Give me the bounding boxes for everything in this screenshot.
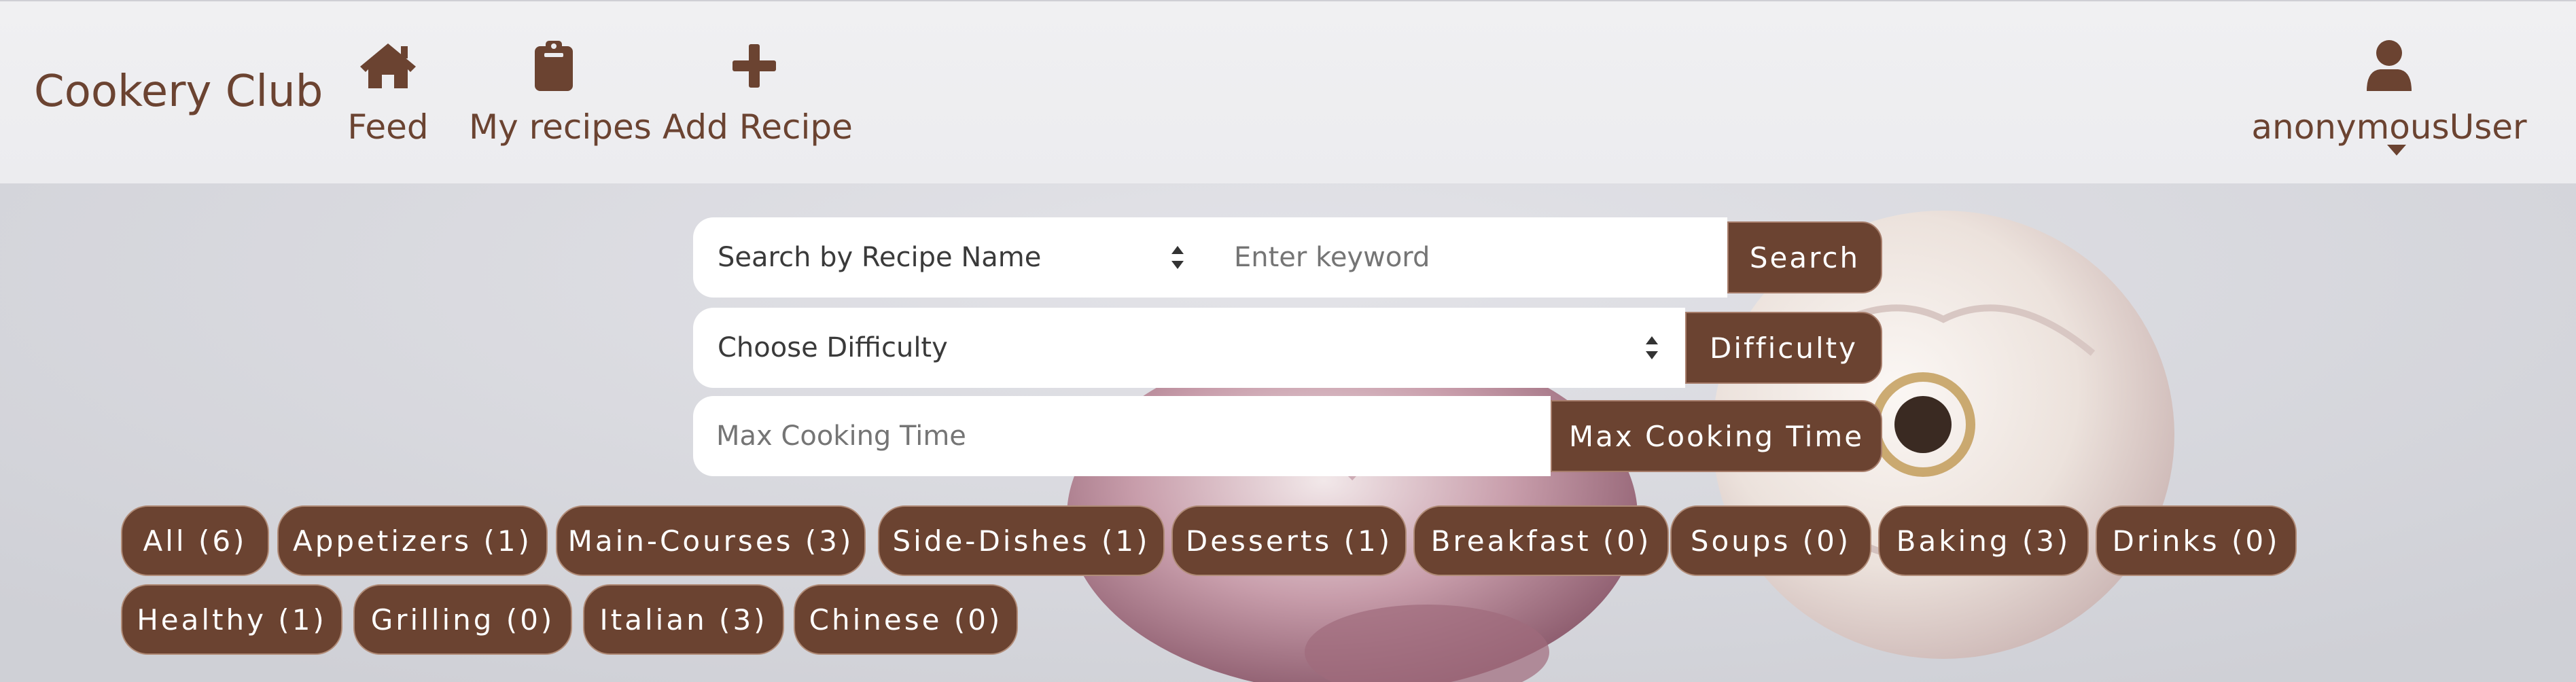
category-pill-appetizers[interactable]: Appetizers (1) <box>277 505 548 576</box>
category-pill-breakfast[interactable]: Breakfast (0) <box>1413 505 1669 576</box>
nav-item-add-recipe[interactable]: Add Recipe <box>663 38 853 147</box>
max-cooking-time-button[interactable]: Max Cooking Time <box>1551 400 1882 472</box>
nav-label-add-recipe: Add Recipe <box>663 107 853 147</box>
difficulty-value: Choose Difficulty <box>718 332 948 363</box>
category-pill-chinese[interactable]: Chinese (0) <box>794 584 1018 655</box>
nav-label-my-recipes: My recipes <box>469 107 652 147</box>
home-icon <box>360 43 416 88</box>
category-pill-italian[interactable]: Italian (3) <box>583 584 784 655</box>
category-pill-side-dishes[interactable]: Side-Dishes (1) <box>878 505 1165 576</box>
category-pill-main-courses[interactable]: Main-Courses (3) <box>556 505 866 576</box>
search-button[interactable]: Search <box>1727 221 1882 293</box>
keyword-input[interactable] <box>1211 217 1727 298</box>
nav-item-feed[interactable]: Feed <box>340 38 436 147</box>
select-arrows-icon <box>1171 246 1184 269</box>
user-menu-dropdown[interactable]: anonymousUser <box>2243 38 2535 160</box>
category-pill-healthy[interactable]: Healthy (1) <box>121 584 342 655</box>
category-pill-baking[interactable]: Baking (3) <box>1878 505 2089 576</box>
nav-item-my-recipes[interactable]: My recipes <box>469 38 652 147</box>
difficulty-button[interactable]: Difficulty <box>1685 312 1882 384</box>
search-mode-select[interactable]: Search by Recipe Name <box>693 217 1211 298</box>
search-mode-value: Search by Recipe Name <box>718 242 1042 273</box>
category-pill-drinks[interactable]: Drinks (0) <box>2096 505 2297 576</box>
select-arrows-icon <box>1646 336 1658 359</box>
max-cooking-time-input[interactable] <box>693 396 1551 476</box>
brand-logo-text[interactable]: Cookery Club <box>34 67 323 117</box>
category-pill-grilling[interactable]: Grilling (0) <box>353 584 572 655</box>
top-navbar: Cookery Club Feed My recipes Add Recipe … <box>0 0 2576 183</box>
user-icon <box>2367 40 2412 91</box>
plus-icon <box>733 44 776 88</box>
username-label: anonymousUser <box>2251 107 2527 147</box>
search-row: Search by Recipe Name Search <box>693 217 1882 298</box>
clipboard-icon <box>535 41 573 91</box>
category-pill-all[interactable]: All (6) <box>121 505 269 576</box>
difficulty-row: Choose Difficulty Difficulty <box>693 308 1882 388</box>
chevron-down-icon <box>2387 144 2406 156</box>
nav-label-feed: Feed <box>347 107 429 147</box>
cooking-time-row: Max Cooking Time <box>693 396 1882 476</box>
difficulty-select[interactable]: Choose Difficulty <box>693 308 1685 388</box>
category-pill-desserts[interactable]: Desserts (1) <box>1171 505 1407 576</box>
category-pill-soups[interactable]: Soups (0) <box>1670 505 1871 576</box>
